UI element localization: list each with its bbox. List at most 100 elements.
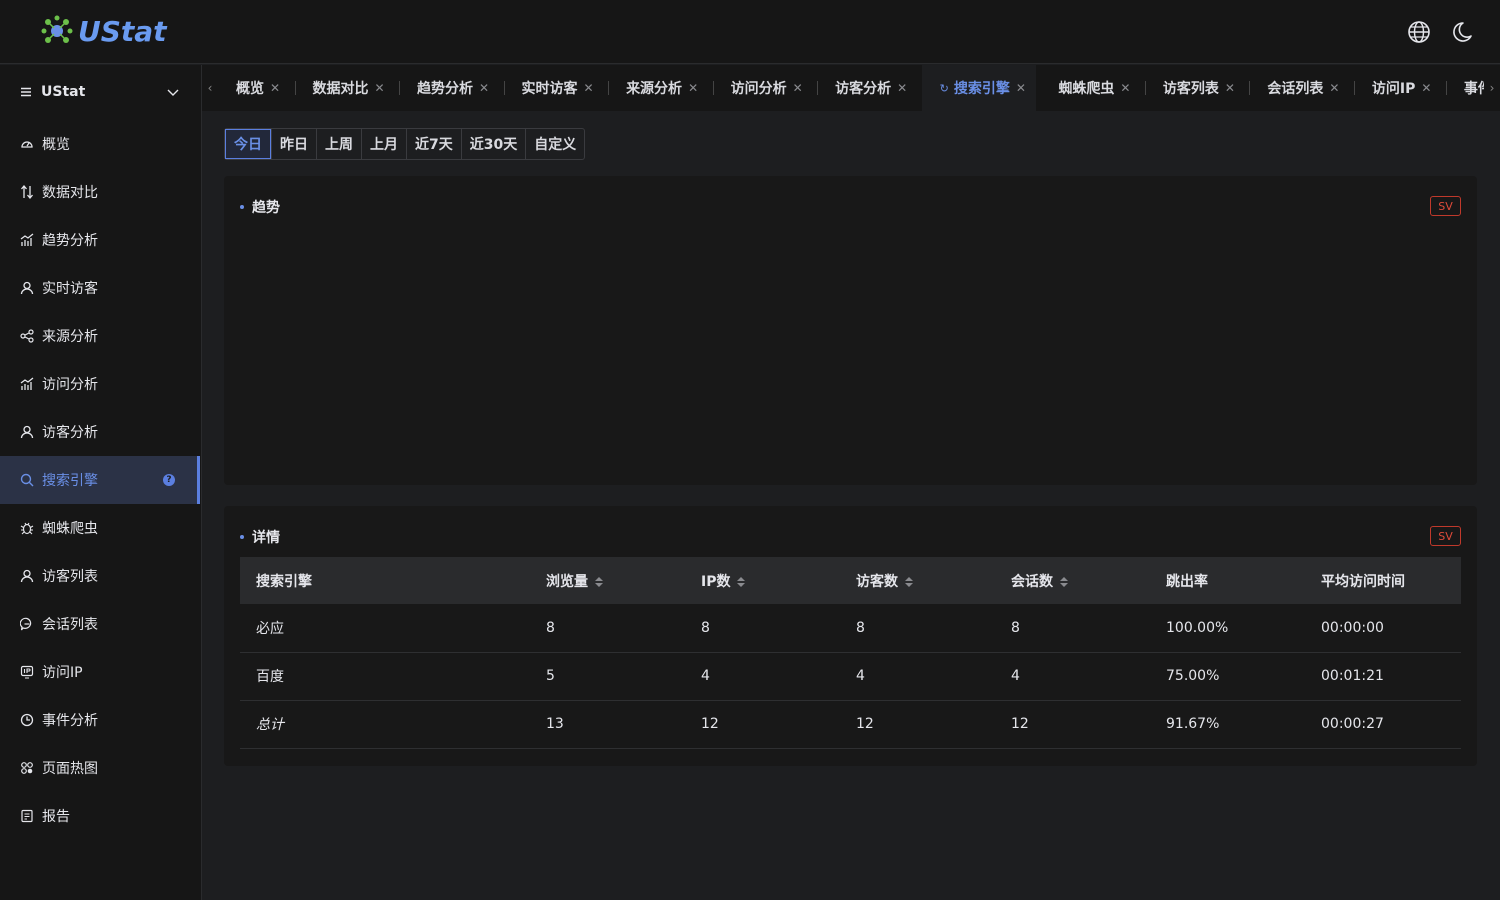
bug-icon [20, 522, 34, 535]
sv-button[interactable]: SV [1430, 196, 1461, 216]
column-header-ip[interactable]: IP数 [685, 557, 840, 604]
range-last-7-days[interactable]: 近7天 [406, 129, 461, 159]
sidebar-item-label: 来源分析 [42, 329, 98, 345]
table-cell: 5 [546, 668, 555, 684]
table-cell: 12 [856, 716, 874, 732]
table-cell: 00:00:00 [1321, 619, 1384, 636]
tab-spider[interactable]: 蜘蛛爬虫 ✕ [1040, 65, 1140, 111]
sidebar-item-visit[interactable]: 访问分析 [0, 360, 200, 408]
close-icon[interactable]: ✕ [270, 81, 280, 95]
range-last-month[interactable]: 上月 [361, 129, 406, 159]
tab-label: 实时访客 [521, 81, 578, 97]
table-cell: 4 [701, 668, 710, 684]
tab-list: 概览 ✕ 数据对比 ✕ 趋势分析 ✕ 实时访客 ✕ 来源分析 ✕ 访问分析 ✕ 访客分析 ✕ … [218, 65, 1484, 111]
table-cell: 4 [1011, 668, 1020, 684]
tab-compare[interactable]: 数据对比 ✕ [294, 65, 395, 111]
close-icon[interactable]: ✕ [688, 81, 698, 95]
globe-icon[interactable] [1406, 19, 1432, 45]
tab-session-list[interactable]: 会话列表 ✕ [1249, 65, 1349, 111]
sidebar-item-report[interactable]: 报告 [0, 792, 200, 840]
sidebar-item-trend[interactable]: 趋势分析 [0, 216, 200, 264]
tab-source[interactable]: 来源分析 ✕ [608, 65, 708, 111]
tab-visit-ip[interactable]: 访问IP ✕ [1353, 65, 1442, 111]
sort-icon[interactable] [736, 576, 746, 588]
tab-search-engine[interactable]: ↻ 搜索引擎 ✕ [921, 65, 1036, 111]
sidebar-item-heatmap[interactable]: 页面热图 [0, 744, 200, 792]
sidebar-item-label: 数据对比 [42, 185, 98, 201]
close-icon[interactable]: ✕ [479, 81, 489, 95]
sidebar-item-search-engine[interactable]: 搜索引擎 ? [0, 456, 200, 504]
sidebar-item-visit-ip[interactable]: 访问IP [0, 648, 200, 696]
sidebar-item-label: 访客列表 [42, 569, 98, 585]
sidebar-item-source[interactable]: 来源分析 [0, 312, 200, 360]
clock-icon [20, 713, 34, 727]
report-icon [21, 809, 33, 823]
range-last-week[interactable]: 上周 [316, 129, 361, 159]
message-icon [20, 617, 32, 631]
column-header: 平均访问时间 [1321, 573, 1405, 590]
table-cell: 12 [1011, 716, 1029, 732]
trend-card: 趋势 SV [224, 176, 1477, 485]
range-last-30-days[interactable]: 近30天 [460, 129, 525, 159]
tab-event[interactable]: 事件分析✕ [1445, 65, 1484, 111]
top-bar: UStat [0, 0, 1500, 64]
refresh-icon[interactable]: ↻ [940, 82, 949, 95]
sidebar-item-visitor[interactable]: 访客分析 [0, 408, 200, 456]
column-header: 搜索引擎 [256, 573, 312, 590]
tab-visitor[interactable]: 访客分析 ✕ [817, 65, 917, 111]
range-today[interactable]: 今日 [225, 129, 271, 159]
table-cell: 00:01:21 [1321, 668, 1384, 684]
tab-trend[interactable]: 趋势分析 ✕ [399, 65, 499, 111]
close-icon[interactable]: ✕ [1120, 81, 1130, 95]
tab-label: 来源分析 [626, 81, 683, 97]
sv-button[interactable]: SV [1430, 526, 1461, 546]
tab-visitor-list[interactable]: 访客列表 ✕ [1144, 65, 1245, 111]
sidebar-item-visitor-list[interactable]: 访客列表 [0, 552, 200, 600]
close-icon[interactable]: ✕ [1225, 81, 1235, 95]
logo[interactable]: UStat [40, 14, 167, 48]
range-custom[interactable]: 自定义 [525, 129, 584, 159]
help-icon[interactable]: ? [163, 474, 175, 486]
tab-label: 访客分析 [835, 81, 892, 97]
tab-scroll-right[interactable]: › [1484, 65, 1500, 111]
sort-icon[interactable] [1059, 576, 1069, 588]
range-yesterday[interactable]: 昨日 [271, 129, 316, 159]
sidebar-item-overview[interactable]: 概览 [0, 120, 200, 168]
moon-icon[interactable] [1452, 19, 1478, 45]
tab-overview[interactable]: 概览 ✕ [218, 65, 290, 111]
site-selector[interactable]: UStat [0, 65, 200, 119]
sidebar-item-realtime[interactable]: 实时访客 [0, 264, 200, 312]
close-icon[interactable]: ✕ [1421, 81, 1431, 95]
sidebar-item-event[interactable]: 事件分析 [0, 696, 200, 744]
column-header-sessions[interactable]: 会话数 [995, 557, 1150, 604]
table-row: 必应 8 8 8 8 100.00% 00:00:00 [240, 604, 1461, 652]
table-cell: 91.67% [1166, 716, 1220, 732]
close-icon[interactable]: ✕ [584, 81, 594, 95]
tab-label: 搜索引擎 [953, 81, 1010, 97]
sidebar-item-session-list[interactable]: 会话列表 [0, 600, 200, 648]
sidebar-item-label: 蜘蛛爬虫 [42, 521, 98, 537]
tab-realtime[interactable]: 实时访客 ✕ [503, 65, 604, 111]
bar-chart-icon [20, 377, 34, 390]
tab-label: 蜘蛛爬虫 [1058, 81, 1115, 97]
column-header-visitors[interactable]: 访客数 [840, 557, 995, 604]
sidebar-item-label: 页面热图 [42, 761, 98, 777]
sidebar-item-spider[interactable]: 蜘蛛爬虫 [0, 504, 200, 552]
sort-icon[interactable] [904, 576, 914, 588]
sort-icon[interactable] [594, 576, 604, 588]
tab-scroll-left[interactable]: ‹ [202, 65, 218, 111]
close-icon[interactable]: ✕ [897, 81, 907, 95]
tab-label: 事件分析 [1463, 81, 1484, 97]
table-cell: 12 [701, 716, 719, 732]
user-icon [20, 281, 34, 295]
close-icon[interactable]: ✕ [793, 81, 803, 95]
close-icon[interactable]: ✕ [1016, 81, 1026, 95]
trend-title: 趋势 [240, 197, 280, 217]
tab-bar: ‹ 概览 ✕ 数据对比 ✕ 趋势分析 ✕ 实时访客 ✕ 来源分析 ✕ 访问分析 ✕ 访客分析… [202, 65, 1500, 111]
column-header-pv[interactable]: 浏览量 [530, 557, 685, 604]
sidebar-item-compare[interactable]: 数据对比 [0, 168, 200, 216]
tab-visit[interactable]: 访问分析 ✕ [712, 65, 813, 111]
close-icon[interactable]: ✕ [375, 81, 385, 95]
table-cell: 总计 [256, 717, 284, 733]
close-icon[interactable]: ✕ [1329, 81, 1339, 95]
